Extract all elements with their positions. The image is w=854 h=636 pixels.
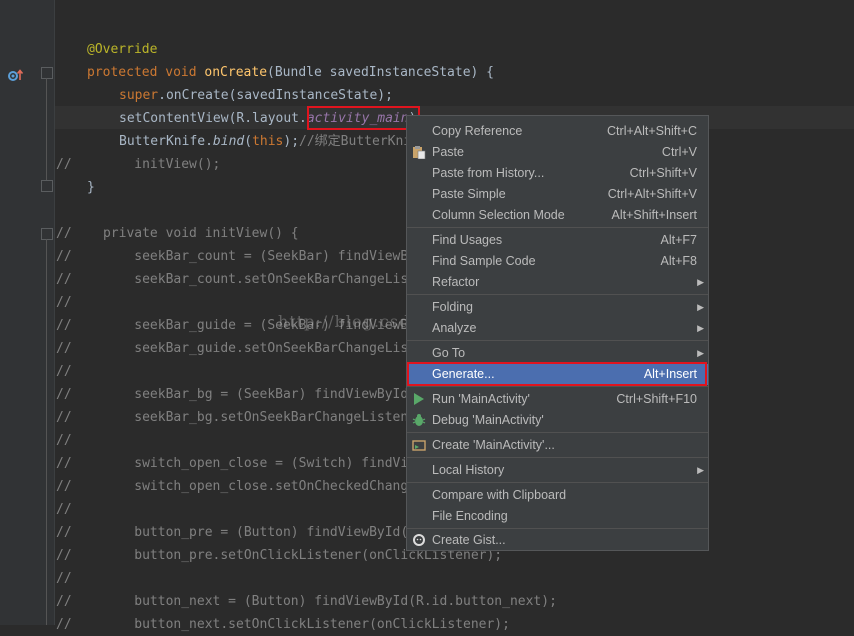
menu-item-debug[interactable]: Debug 'MainActivity' (407, 410, 708, 431)
highlight-box-activity-main (307, 106, 420, 130)
menu-separator (407, 432, 708, 433)
menu-separator (407, 227, 708, 228)
debug-icon (412, 413, 426, 427)
menu-item-find-sample-code[interactable]: Find Sample Code Alt+F8 (407, 251, 708, 272)
menu-item-label: Find Sample Code (432, 254, 536, 268)
menu-item-label: Copy Reference (432, 124, 523, 138)
code-text: ( (244, 134, 253, 149)
submenu-arrow-icon: ▶ (697, 302, 704, 312)
code-text: (Bundle savedInstanceState) { (267, 65, 495, 80)
menu-item-refactor[interactable]: Refactor ▶ (407, 272, 708, 293)
code-line[interactable]: super.onCreate(savedInstanceState); (119, 84, 393, 107)
menu-item-label: Go To (432, 346, 466, 360)
create-config-icon (412, 438, 426, 452)
menu-item-paste-from-history[interactable]: Paste from History... Ctrl+Shift+V (407, 163, 708, 184)
menu-item-go-to[interactable]: Go To ▶ (407, 343, 708, 364)
menu-item-shortcut: Ctrl+Alt+Shift+C (607, 124, 697, 138)
menu-item-analyze[interactable]: Analyze ▶ (407, 318, 708, 339)
menu-item-shortcut: Ctrl+V (661, 145, 697, 159)
code-line[interactable]: // (56, 291, 72, 314)
menu-item-label: Find Usages (432, 233, 503, 247)
menu-item-label: Compare with Clipboard (432, 488, 567, 502)
code-text: ); (283, 134, 300, 149)
menu-item-paste-simple[interactable]: Paste Simple Ctrl+Alt+Shift+V (407, 184, 708, 205)
menu-item-label: Analyze (432, 321, 477, 335)
menu-item-label: Paste from History... (432, 166, 545, 180)
fold-marker[interactable] (41, 228, 53, 240)
menu-item-label: Refactor (432, 275, 480, 289)
menu-separator (407, 294, 708, 295)
code-line[interactable]: // initView(); (56, 153, 220, 176)
github-icon (412, 533, 426, 547)
menu-item-label: Create Gist... (432, 533, 506, 547)
menu-item-label: Folding (432, 300, 473, 314)
code-text: } (87, 180, 95, 195)
code-text: ButterKnife. (119, 134, 213, 149)
menu-item-label: Create 'MainActivity'... (432, 438, 555, 452)
method-name: onCreate (204, 65, 268, 80)
code-line[interactable]: // private void initView() { (56, 222, 299, 245)
code-line[interactable]: // button_next = (Button) findViewById(R… (56, 590, 557, 613)
submenu-arrow-icon: ▶ (697, 323, 704, 333)
keyword-text: this (252, 134, 284, 149)
menu-item-shortcut: Ctrl+Shift+F10 (616, 392, 697, 406)
menu-item-create-gist[interactable]: Create Gist... (407, 530, 708, 551)
menu-item-column-selection-mode[interactable]: Column Selection Mode Alt+Shift+Insert (407, 205, 708, 226)
menu-separator (407, 386, 708, 387)
code-line[interactable]: } (87, 176, 95, 199)
submenu-arrow-icon: ▶ (697, 277, 704, 287)
menu-item-local-history[interactable]: Local History ▶ (407, 460, 708, 481)
keyword-text: protected void (87, 65, 205, 80)
menu-item-create-config[interactable]: Create 'MainActivity'... (407, 435, 708, 456)
menu-item-copy-reference[interactable]: Copy Reference Ctrl+Alt+Shift+C (407, 121, 708, 142)
submenu-arrow-icon: ▶ (697, 465, 704, 475)
gutter-separator (54, 0, 55, 625)
menu-item-label: Column Selection Mode (432, 208, 565, 222)
annotation-text: @Override (87, 42, 158, 57)
code-line[interactable]: // (56, 429, 72, 452)
menu-item-shortcut: Alt+F8 (660, 254, 697, 268)
code-line[interactable]: protected void onCreate(Bundle savedInst… (87, 61, 494, 84)
menu-separator (407, 457, 708, 458)
menu-item-label: Paste (432, 145, 464, 159)
menu-separator (407, 528, 708, 529)
menu-item-label: Debug 'MainActivity' (432, 413, 544, 427)
menu-item-shortcut: Alt+F7 (660, 233, 697, 247)
menu-item-label: Paste Simple (432, 187, 506, 201)
menu-separator (407, 340, 708, 341)
menu-item-run[interactable]: Run 'MainActivity' Ctrl+Shift+F10 (407, 389, 708, 410)
paste-icon (412, 145, 426, 160)
fold-line (46, 78, 47, 180)
fold-marker[interactable] (41, 180, 53, 192)
context-menu: Copy Reference Ctrl+Alt+Shift+C Paste Ctrl… (406, 115, 709, 551)
menu-item-shortcut: Ctrl+Shift+V (629, 166, 697, 180)
menu-item-file-encoding[interactable]: File Encoding (407, 506, 708, 527)
keyword-text: super (119, 88, 159, 103)
menu-item-shortcut: Ctrl+Alt+Shift+V (607, 187, 697, 201)
code-line[interactable]: // (56, 498, 72, 521)
fold-line (46, 239, 47, 625)
menu-item-label: File Encoding (432, 509, 508, 523)
menu-item-label: Local History (432, 463, 505, 477)
run-icon (412, 392, 426, 406)
menu-item-compare-with-clipboard[interactable]: Compare with Clipboard (407, 485, 708, 506)
code-text: setContentView(R.layout. (119, 111, 307, 126)
code-line[interactable]: // (56, 360, 72, 383)
code-text: .onCreate(savedInstanceState); (158, 88, 393, 103)
menu-separator (407, 482, 708, 483)
highlight-box-generate (407, 362, 707, 386)
menu-item-folding[interactable]: Folding ▶ (407, 297, 708, 318)
menu-item-shortcut: Alt+Shift+Insert (611, 208, 697, 222)
menu-item-find-usages[interactable]: Find Usages Alt+F7 (407, 230, 708, 251)
code-line[interactable]: ButterKnife.bind(this);//绑定ButterKnife (119, 130, 427, 153)
submenu-arrow-icon: ▶ (697, 348, 704, 358)
fold-marker[interactable] (41, 67, 53, 79)
menu-item-label: Run 'MainActivity' (432, 392, 530, 406)
code-line[interactable]: // (56, 567, 72, 590)
menu-item-paste[interactable]: Paste Ctrl+V (407, 142, 708, 163)
override-method-icon[interactable] (8, 67, 24, 81)
code-line[interactable]: @Override (87, 38, 157, 61)
static-method: bind (212, 134, 245, 149)
